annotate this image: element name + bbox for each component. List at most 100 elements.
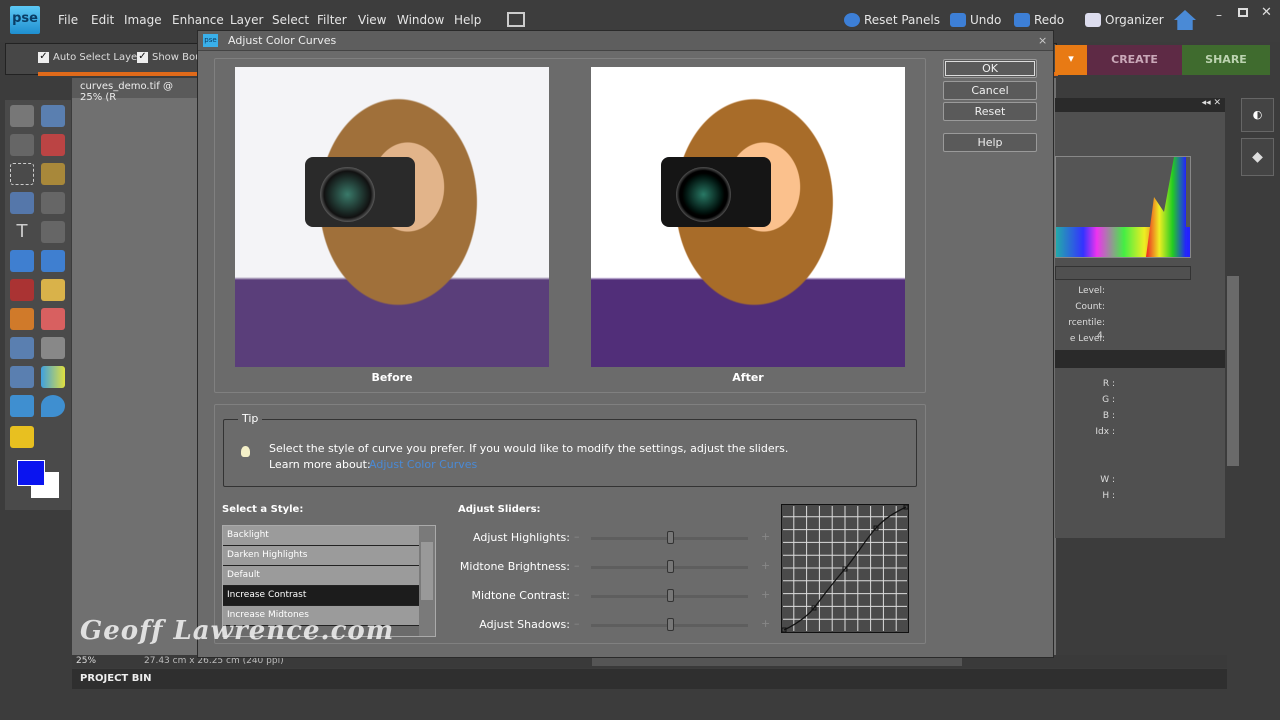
level-label: Level: (1078, 286, 1105, 296)
reset-button[interactable]: Reset (943, 102, 1037, 121)
reset-panels-button[interactable]: Reset Panels (844, 13, 940, 27)
magic-wand-tool-icon[interactable] (10, 192, 34, 214)
r-label: R : (1102, 379, 1115, 389)
smart-brush-tool-icon[interactable] (41, 337, 65, 359)
crop-tool-icon[interactable] (41, 221, 65, 243)
menu-layer[interactable]: Layer (230, 13, 263, 27)
selection-brush-tool-icon[interactable] (41, 192, 65, 214)
brush-tool-icon[interactable] (10, 337, 34, 359)
organizer-button[interactable]: Organizer (1085, 13, 1164, 27)
tab-create[interactable]: CREATE (1087, 45, 1182, 75)
eyedropper-tool-icon[interactable] (41, 134, 65, 156)
slider-thumb[interactable] (666, 531, 674, 544)
h-label: H : (1102, 491, 1115, 501)
slider-thumb[interactable] (666, 618, 674, 631)
adjust-color-curves-link[interactable]: Adjust Color Curves (369, 458, 477, 471)
mode-dropdown[interactable]: ▾ (1055, 45, 1087, 75)
paint-bucket-tool-icon[interactable] (10, 366, 34, 388)
menu-image[interactable]: Image (124, 13, 162, 27)
pse-icon: pse (203, 34, 218, 47)
cache-level-value: 4 (1097, 331, 1103, 341)
arrange-icon[interactable] (507, 12, 525, 27)
undo-label: Undo (970, 13, 1002, 27)
menu-enhance[interactable]: Enhance (172, 13, 224, 27)
cancel-button[interactable]: Cancel (943, 81, 1037, 100)
percentile-label: rcentile: (1068, 318, 1105, 328)
slider-thumb[interactable] (666, 589, 674, 602)
menu-view[interactable]: View (358, 13, 386, 27)
show-bounding-checkbox[interactable]: ✓ Show Bou (137, 52, 201, 63)
dialog-title: Adjust Color Curves (228, 34, 337, 47)
foreground-color-swatch[interactable] (17, 460, 45, 486)
slider-row: Midtone Contrast: – + (458, 586, 788, 606)
dialog-title-bar: pse Adjust Color Curves × (198, 31, 1053, 51)
cookie-cutter-tool-icon[interactable] (10, 250, 34, 272)
adjustments-icon[interactable]: ◐ (1241, 98, 1274, 132)
project-bin-label[interactable]: PROJECT BIN (80, 673, 151, 684)
maximize-button[interactable] (1238, 8, 1248, 17)
tip-heading: Tip (238, 412, 263, 425)
undo-button[interactable]: Undo (950, 13, 1001, 27)
before-label: Before (371, 371, 413, 384)
curve-graph (781, 504, 909, 633)
b-label: B : (1102, 411, 1115, 421)
learn-more-label: Learn more about: (269, 458, 371, 471)
slider-label: Adjust Highlights: (473, 531, 570, 544)
before-image (235, 67, 549, 367)
slider-label: Midtone Contrast: (471, 589, 570, 602)
lightbulb-icon (241, 446, 250, 457)
eraser-tool-icon[interactable] (41, 308, 65, 330)
undo-icon (950, 13, 966, 27)
slider-row: Adjust Shadows: – + (458, 615, 788, 635)
style-item-darken-highlights[interactable]: Darken Highlights (223, 546, 419, 566)
red-eye-tool-icon[interactable] (10, 279, 34, 301)
straighten-tool-icon[interactable] (41, 250, 65, 272)
menu-edit[interactable]: Edit (91, 13, 114, 27)
blur-tool-icon[interactable] (41, 395, 65, 417)
menu-file[interactable]: File (58, 13, 78, 27)
style-item-default[interactable]: Default (223, 566, 419, 586)
g-label: G : (1102, 395, 1115, 405)
healing-tool-icon[interactable] (41, 279, 65, 301)
size-values: W : H : (1085, 472, 1115, 504)
tip-group: Tip Select the style of curve you prefer… (223, 412, 917, 487)
panel-collapse-close[interactable]: ◂◂ ✕ (1055, 98, 1225, 112)
minimize-button[interactable]: – (1216, 8, 1222, 22)
menu-help[interactable]: Help (454, 13, 481, 27)
hand-tool-icon[interactable] (10, 134, 34, 156)
horizontal-scrollbar[interactable] (592, 657, 962, 666)
style-item-backlight[interactable]: Backlight (223, 526, 419, 546)
sponge-tool-icon[interactable] (10, 426, 34, 448)
style-list-scrollbar[interactable] (419, 526, 435, 636)
shape-tool-icon[interactable] (10, 395, 34, 417)
menu-window[interactable]: Window (397, 13, 444, 27)
ok-button[interactable]: OK (943, 59, 1037, 78)
idx-label: Idx : (1095, 427, 1115, 437)
lasso-tool-icon[interactable] (41, 163, 65, 185)
menu-filter[interactable]: Filter (317, 13, 347, 27)
help-button[interactable]: Help (943, 133, 1037, 152)
document-tab[interactable]: curves_demo.tif @ 25% (R (72, 78, 202, 103)
marquee-tool-icon[interactable] (10, 163, 34, 185)
slider-thumb[interactable] (666, 560, 674, 573)
layers-icon[interactable]: ◆ (1241, 138, 1274, 176)
tip-text: Select the style of curve you prefer. If… (269, 442, 789, 455)
style-item-increase-contrast[interactable]: Increase Contrast (223, 586, 419, 606)
zoom-level[interactable]: 25% (76, 656, 96, 666)
histogram-channel-select[interactable] (1055, 266, 1191, 280)
clone-stamp-tool-icon[interactable] (10, 308, 34, 330)
panel-scrollbar[interactable] (1226, 96, 1240, 656)
zoom-tool-icon[interactable] (41, 105, 65, 127)
redo-button[interactable]: Redo (1014, 13, 1064, 27)
home-icon[interactable] (1174, 10, 1196, 30)
gradient-tool-icon[interactable] (41, 366, 65, 388)
move-tool-icon[interactable] (10, 105, 34, 127)
style-heading: Select a Style: (222, 504, 304, 515)
auto-select-layer-checkbox[interactable]: ✓ Auto Select Layer (38, 52, 141, 63)
dialog-close-button[interactable]: × (1038, 34, 1047, 47)
reset-icon (844, 13, 860, 27)
tab-share[interactable]: SHARE (1182, 45, 1270, 75)
type-tool-icon[interactable]: T (10, 221, 34, 243)
menu-select[interactable]: Select (272, 13, 309, 27)
close-app-button[interactable]: ✕ (1261, 5, 1272, 20)
